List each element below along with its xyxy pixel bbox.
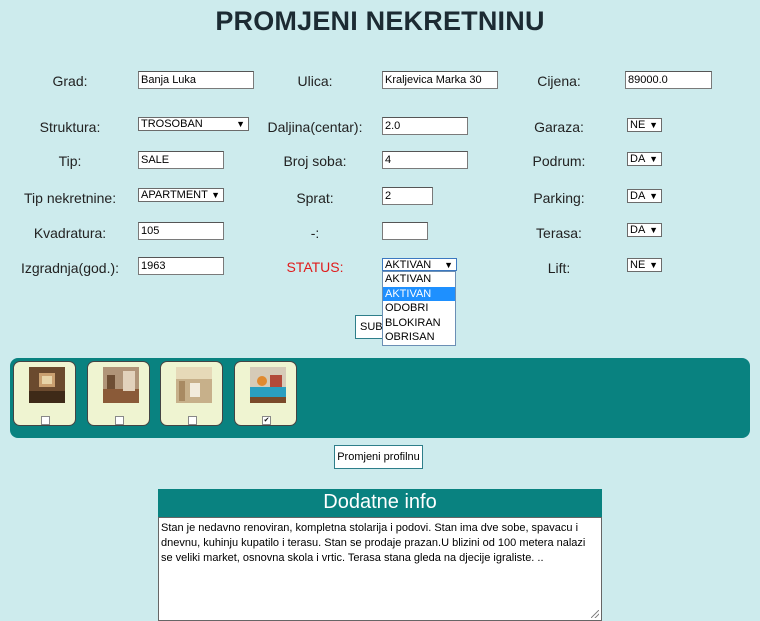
chevron-down-icon: ▼ (236, 119, 245, 129)
garaza-value: NE (630, 119, 646, 131)
izgradnja-input[interactable]: 1963 (138, 257, 224, 275)
parking-select[interactable]: DA ▼ (627, 189, 662, 203)
tip-nekretnine-select[interactable]: APARTMENT ▼ (138, 188, 224, 202)
lift-label: Lift: (547, 260, 571, 276)
kvadratura-input[interactable]: 105 (138, 222, 224, 240)
tip-label: Tip: (58, 153, 82, 169)
sprat-input[interactable]: 2 (382, 187, 433, 205)
status-label: STATUS: (286, 259, 344, 275)
garaza-label: Garaza: (534, 119, 584, 135)
status-dropdown-list[interactable]: AKTIVAN AKTIVAN ODOBRI BLOKIRAN OBRISAN (382, 271, 456, 346)
status-value: AKTIVAN (385, 259, 432, 271)
terasa-select[interactable]: DA ▼ (627, 223, 662, 237)
room-photo-icon (103, 367, 139, 403)
chevron-down-icon: ▼ (444, 260, 453, 270)
gallery-checkbox[interactable] (188, 416, 197, 425)
status-option[interactable]: BLOKIRAN (383, 316, 455, 331)
change-profile-photo-button[interactable]: Promjeni profilnu (334, 445, 423, 469)
sprat-label: Sprat: (296, 190, 334, 206)
broj-soba-label: Broj soba: (283, 153, 347, 169)
dash-label: -: (310, 225, 320, 241)
chevron-down-icon: ▼ (649, 154, 658, 164)
lift-select[interactable]: NE ▼ (627, 258, 662, 272)
room-photo-icon (176, 367, 212, 403)
tip-nekretnine-value: APARTMENT (141, 189, 208, 201)
grad-label: Grad: (52, 73, 88, 89)
struktura-select[interactable]: TROSOBAN ▼ (138, 117, 249, 131)
status-option[interactable]: OBRISAN (383, 330, 455, 345)
chevron-down-icon: ▼ (649, 191, 658, 201)
status-option[interactable]: AKTIVAN (383, 272, 455, 287)
parking-value: DA (630, 190, 646, 202)
status-select[interactable]: AKTIVAN ▼ (382, 258, 457, 271)
struktura-label: Struktura: (39, 119, 101, 135)
additional-info-heading: Dodatne info (158, 489, 602, 517)
broj-soba-input[interactable]: 4 (382, 151, 468, 169)
podrum-value: DA (630, 153, 646, 165)
additional-info-textarea[interactable]: Stan je nedavno renoviran, kompletna sto… (158, 517, 602, 621)
parking-label: Parking: (533, 190, 585, 206)
daljina-label: Daljina(centar): (267, 119, 363, 135)
tip-input[interactable]: SALE (138, 151, 224, 169)
gallery-thumbnail[interactable] (13, 361, 76, 426)
daljina-input[interactable]: 2.0 (382, 117, 468, 135)
kvadratura-label: Kvadratura: (33, 225, 107, 241)
lift-value: NE (630, 259, 646, 271)
gallery-thumbnail[interactable] (87, 361, 150, 426)
podrum-label: Podrum: (532, 153, 586, 169)
page-title: PROMJENI NEKRETNINU (215, 6, 545, 36)
gallery-checkbox[interactable] (115, 416, 124, 425)
struktura-value: TROSOBAN (141, 118, 203, 130)
resize-handle-icon[interactable] (591, 610, 599, 618)
terasa-label: Terasa: (536, 225, 582, 241)
terasa-value: DA (630, 224, 646, 236)
gallery-checkbox-checked[interactable]: ✔ (262, 416, 271, 425)
garaza-select[interactable]: NE ▼ (627, 118, 662, 132)
podrum-select[interactable]: DA ▼ (627, 152, 662, 166)
dash-input[interactable] (382, 222, 428, 240)
cijena-input[interactable]: 89000.0 (625, 71, 712, 89)
status-option-highlighted[interactable]: AKTIVAN (383, 286, 455, 301)
izgradnja-label: Izgradnja(god.): (20, 260, 120, 276)
chevron-down-icon: ▼ (649, 260, 658, 270)
ulica-input[interactable]: Kraljevica Marka 30 (382, 71, 498, 89)
status-option[interactable]: ODOBRI (383, 301, 455, 316)
cijena-label: Cijena: (537, 73, 581, 89)
ulica-label: Ulica: (297, 73, 333, 89)
room-photo-icon (250, 367, 286, 403)
tip-nekretnine-label: Tip nekretnine: (24, 190, 117, 206)
chevron-down-icon: ▼ (649, 225, 658, 235)
grad-input[interactable]: Banja Luka (138, 71, 254, 89)
chevron-down-icon: ▼ (649, 120, 658, 130)
gallery-thumbnail[interactable] (160, 361, 223, 426)
additional-info-text: Stan je nedavno renoviran, kompletna sto… (161, 522, 586, 564)
gallery-checkbox[interactable] (41, 416, 50, 425)
room-photo-icon (29, 367, 65, 403)
chevron-down-icon: ▼ (211, 190, 220, 200)
gallery-thumbnail[interactable]: ✔ (234, 361, 297, 426)
